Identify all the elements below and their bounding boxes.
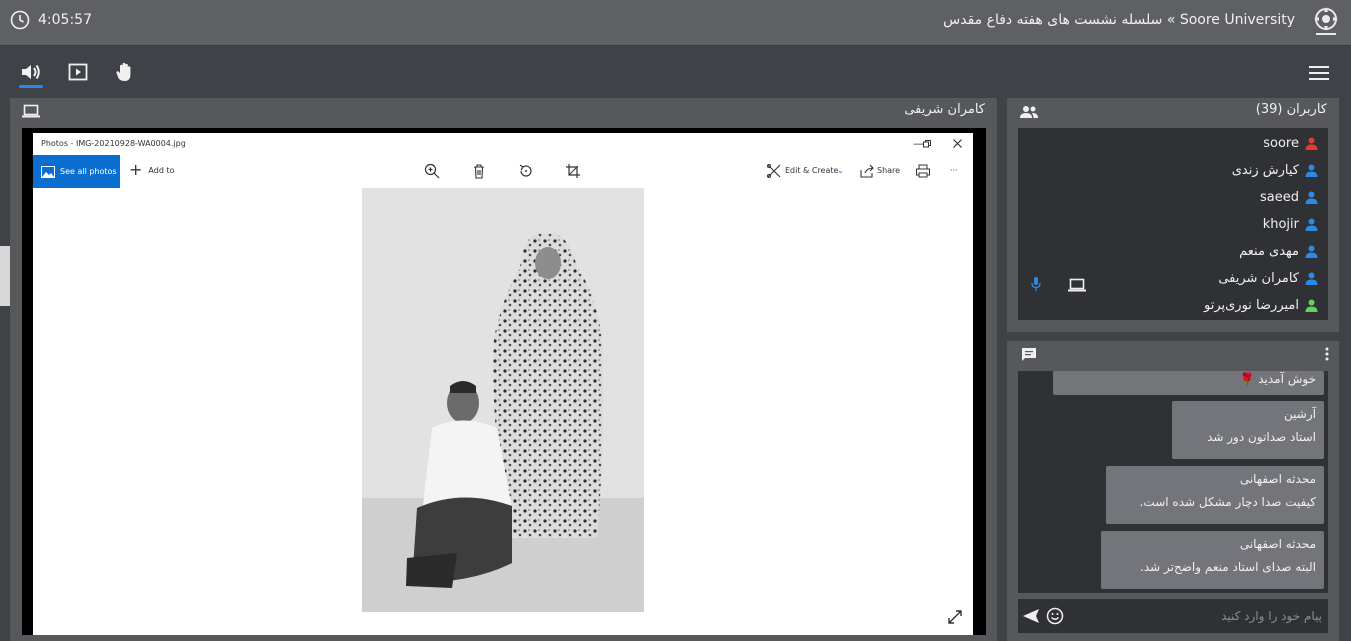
raise-hand-button[interactable] bbox=[113, 60, 137, 84]
user-name: مهدی منعم bbox=[1239, 244, 1299, 259]
user-item[interactable]: soore bbox=[1263, 136, 1318, 151]
message-sender: آرشین bbox=[1284, 407, 1316, 421]
toolbar bbox=[0, 47, 1351, 97]
chat-message: آرشین استاد صداتون دور شد bbox=[1172, 401, 1324, 459]
chat-icon bbox=[1022, 348, 1036, 361]
user-name: saeed bbox=[1260, 190, 1299, 205]
more-options-icon[interactable] bbox=[1325, 347, 1329, 361]
page-title: Soore University » سلسله نشست های هفته د… bbox=[943, 12, 1295, 28]
user-icon bbox=[1305, 272, 1318, 285]
user-name: soore bbox=[1263, 136, 1299, 151]
share-icon[interactable] bbox=[859, 163, 875, 179]
timer-text: 4:05:57 bbox=[38, 12, 92, 28]
audio-active-indicator bbox=[19, 85, 43, 88]
photos-toolbar: See all photos + Add to Edit & Create ⌄ … bbox=[33, 155, 973, 188]
chat-message-input[interactable] bbox=[1072, 605, 1322, 627]
restore-icon[interactable] bbox=[923, 140, 931, 148]
crop-icon[interactable] bbox=[565, 163, 581, 179]
user-name: امیررضا نوری‌پرتو bbox=[1204, 298, 1299, 313]
emoji-icon[interactable] bbox=[1046, 607, 1064, 625]
photos-app-window: Photos - IMG-20210928-WA0004.jpg — See a… bbox=[33, 133, 973, 635]
clock-icon bbox=[10, 10, 30, 30]
plus-icon: + bbox=[129, 160, 143, 179]
delete-icon[interactable] bbox=[471, 163, 487, 179]
user-icon bbox=[1305, 218, 1318, 231]
rotate-icon[interactable] bbox=[518, 163, 534, 179]
hand-icon bbox=[116, 62, 131, 81]
photos-window-title: Photos - IMG-20210928-WA0004.jpg bbox=[41, 139, 186, 148]
user-item[interactable]: saeed bbox=[1260, 190, 1318, 205]
edit-create-label[interactable]: Edit & Create bbox=[785, 166, 838, 175]
send-icon[interactable] bbox=[1022, 608, 1040, 624]
image-icon bbox=[41, 165, 55, 178]
more-options-icon[interactable]: ··· bbox=[950, 166, 958, 175]
user-item[interactable]: مهدی منعم bbox=[1239, 244, 1318, 259]
message-text: کیفیت صدا دچار مشکل شده است. bbox=[1139, 495, 1316, 509]
session-timer: 4:05:57 bbox=[10, 10, 92, 30]
users-list: soore کیارش زندی saeed khojir مهدی منعم … bbox=[1018, 128, 1328, 320]
expand-icon[interactable] bbox=[947, 609, 963, 625]
user-icon bbox=[1305, 164, 1318, 177]
chat-panel: خوش آمدید 🌹 آرشین استاد صداتون دور شد مح… bbox=[1007, 341, 1339, 641]
laptop-icon bbox=[22, 104, 40, 118]
message-sender: محدثه اصفهانی bbox=[1239, 472, 1316, 486]
photo-content bbox=[362, 188, 644, 612]
chat-message: خوش آمدید 🌹 bbox=[1053, 371, 1324, 395]
displayed-photo bbox=[362, 188, 644, 612]
shared-screen: Photos - IMG-20210928-WA0004.jpg — See a… bbox=[22, 128, 986, 635]
audio-button[interactable] bbox=[19, 60, 43, 84]
message-text: خوش آمدید 🌹 bbox=[1239, 372, 1316, 386]
chevron-down-icon[interactable]: ⌄ bbox=[837, 166, 844, 175]
message-text: البته صدای استاد منعم واضح‌تر شد. bbox=[1140, 560, 1316, 574]
user-item[interactable]: کیارش زندی bbox=[1232, 163, 1318, 178]
user-name: کیارش زندی bbox=[1231, 163, 1299, 178]
user-item[interactable]: امیررضا نوری‌پرتو bbox=[1204, 298, 1318, 313]
university-seal-icon bbox=[1314, 7, 1338, 35]
message-sender: محدثه اصفهانی bbox=[1239, 537, 1316, 551]
see-all-label: See all photos bbox=[60, 167, 117, 176]
chat-message: محدثه اصفهانی البته صدای استاد منعم واضح… bbox=[1101, 531, 1324, 589]
user-icon bbox=[1305, 191, 1318, 204]
user-item[interactable]: کامران شریفی bbox=[1218, 271, 1318, 286]
chat-message: محدثه اصفهانی کیفیت صدا دچار مشکل شده اس… bbox=[1106, 466, 1324, 524]
user-icon bbox=[1305, 299, 1318, 312]
chat-input-bar bbox=[1018, 599, 1328, 633]
user-icon bbox=[1305, 137, 1318, 150]
edit-create-icon[interactable] bbox=[766, 163, 782, 179]
users-header: کاربران (39) bbox=[1255, 102, 1327, 117]
presentation-panel: کامران شریفی Photos - IMG-20210928-WA000… bbox=[10, 98, 997, 641]
presentation-icon bbox=[68, 63, 88, 81]
message-text: استاد صداتون دور شد bbox=[1207, 430, 1316, 444]
presenter-name: کامران شریفی bbox=[904, 102, 985, 117]
laptop-icon bbox=[1068, 278, 1086, 292]
users-icon bbox=[1020, 106, 1038, 118]
see-all-photos-button[interactable]: See all photos bbox=[33, 155, 120, 188]
user-icon bbox=[1305, 245, 1318, 258]
zoom-in-icon[interactable] bbox=[424, 163, 440, 179]
print-icon[interactable] bbox=[915, 163, 931, 179]
close-icon[interactable] bbox=[953, 139, 962, 148]
top-bar: 4:05:57 Soore University » سلسله نشست ها… bbox=[0, 0, 1351, 46]
presentation-header: کامران شریفی bbox=[10, 98, 997, 124]
users-panel: کاربران (39) soore کیارش زندی saeed khoj… bbox=[1007, 98, 1339, 332]
hamburger-menu-icon[interactable] bbox=[1309, 65, 1329, 81]
share-presentation-button[interactable] bbox=[66, 60, 90, 84]
share-label[interactable]: Share bbox=[877, 166, 900, 175]
speaker-icon bbox=[22, 64, 40, 80]
microphone-icon bbox=[1031, 277, 1041, 291]
chat-messages: خوش آمدید 🌹 آرشین استاد صداتون دور شد مح… bbox=[1018, 371, 1328, 593]
add-to-label: Add to bbox=[148, 165, 175, 175]
user-name: کامران شریفی bbox=[1218, 271, 1299, 286]
user-item[interactable]: khojir bbox=[1263, 217, 1318, 232]
user-name: khojir bbox=[1262, 217, 1299, 232]
add-to-button[interactable]: + Add to bbox=[129, 160, 175, 179]
